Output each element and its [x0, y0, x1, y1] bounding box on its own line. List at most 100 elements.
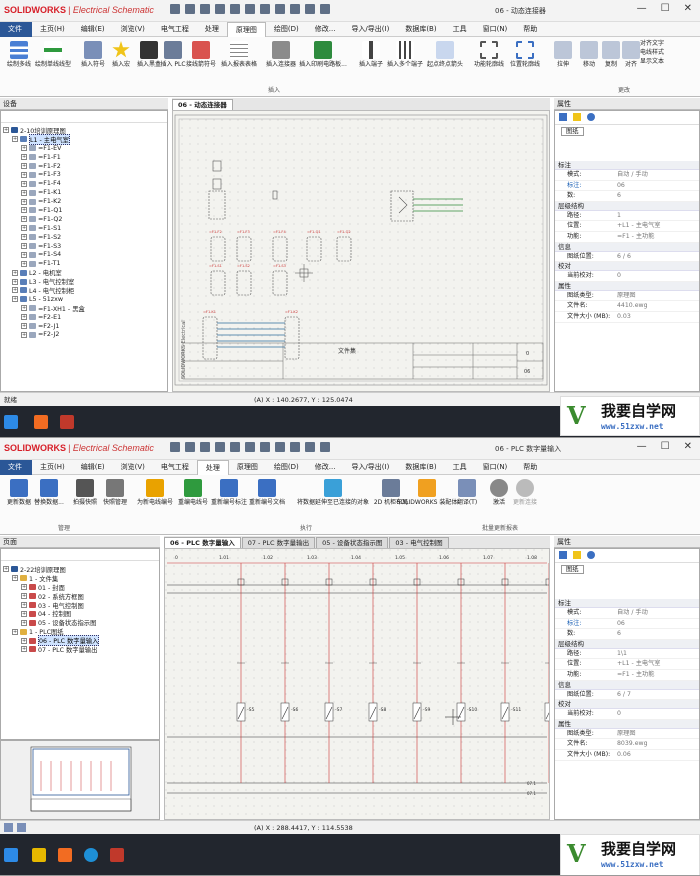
tree-item[interactable]: +05 - 设备状态指示图	[3, 618, 99, 627]
property-row[interactable]: 模式: 自动 / 手动	[555, 608, 699, 619]
menu-modify[interactable]: 修改...	[307, 22, 344, 37]
menu-electrical[interactable]: 电气工程	[153, 22, 197, 37]
expand-icon[interactable]: +	[21, 189, 27, 196]
save-icon[interactable]	[200, 4, 210, 14]
expand-icon[interactable]: +	[21, 610, 27, 617]
menu-help[interactable]: 帮助	[515, 460, 545, 475]
property-row[interactable]: 数: 6	[555, 629, 699, 640]
tree-item[interactable]: + =F1-T1	[3, 259, 85, 268]
expand-icon[interactable]: +	[21, 251, 27, 258]
property-section-header[interactable]: 层级结构	[555, 201, 699, 211]
app-icon-solidworks[interactable]	[110, 848, 124, 862]
tree-item[interactable]: + =F1-S2	[3, 233, 85, 242]
expand-icon[interactable]: +	[21, 225, 27, 232]
property-section-header[interactable]: 校对	[555, 700, 699, 710]
tab-electrical-control[interactable]: 03 - 电气控制图	[389, 537, 449, 548]
tree-item[interactable]: + =F1-XH1 - 黑盒	[3, 304, 85, 313]
expand-icon[interactable]: +	[3, 127, 9, 134]
paste-icon[interactable]	[290, 442, 300, 452]
star-icon[interactable]	[573, 551, 581, 559]
expand-icon[interactable]: +	[12, 287, 18, 294]
thumbnail-preview[interactable]	[0, 740, 160, 820]
property-row[interactable]: 位置: +L1 - 主电气室	[555, 659, 699, 670]
tree-item[interactable]: + =F1-Q1	[3, 206, 85, 215]
property-section-header[interactable]: 属性	[555, 719, 699, 729]
menu-file[interactable]: 文件(F)	[0, 21, 32, 48]
draw-multiwire-button[interactable]: 绘制多线	[2, 41, 36, 68]
tab-dynamic-connector[interactable]: 06 - 动态连接器	[172, 99, 233, 110]
expand-icon[interactable]: +	[12, 136, 18, 143]
menu-file[interactable]: 文件(F)	[0, 459, 32, 486]
property-section-header[interactable]: 层级结构	[555, 639, 699, 649]
help-icon[interactable]	[587, 113, 595, 121]
property-row[interactable]: 图纸类型: 原理图	[555, 291, 699, 302]
expand-icon[interactable]: +	[21, 602, 27, 608]
drawing-canvas[interactable]: =F1-F2 =F1-F3 =F1-F4 =F1-Q1 =F1-Q2 =F1-S1 =F…	[172, 110, 550, 392]
print-icon[interactable]	[215, 442, 225, 452]
tree-item[interactable]: +04 - 控制图	[3, 609, 99, 618]
property-row[interactable]: 图纸位置: 6 / 7	[555, 690, 699, 701]
drawing-canvas-2[interactable]: 07.1 07.1 0 1.01 -S5 1.02 -S6 1.03 -S7 1.04 -S8 1…	[164, 548, 550, 820]
tree-item[interactable]: +1 - 文件集	[3, 574, 99, 583]
expand-icon[interactable]: +	[21, 234, 27, 241]
expand-icon[interactable]: +	[12, 575, 18, 582]
expand-icon[interactable]: +	[21, 619, 27, 626]
renumber-wires-button[interactable]: 重编电线号	[176, 479, 210, 506]
expand-icon[interactable]: +	[21, 314, 27, 321]
app-icon-office[interactable]	[34, 415, 48, 429]
tree-item[interactable]: +07 - PLC 数字量输出	[3, 645, 99, 654]
maximize-icon[interactable]: ☐	[661, 3, 670, 14]
tree-item[interactable]: +03 - 电气控制图	[3, 601, 99, 610]
expand-icon[interactable]: +	[21, 145, 27, 152]
expand-icon[interactable]: +	[21, 260, 27, 267]
expand-icon[interactable]: +	[21, 171, 27, 178]
update-connection-button[interactable]: 更新连接	[508, 479, 542, 506]
property-section-header[interactable]: 标注	[555, 161, 699, 170]
status-zoom-icon[interactable]	[4, 823, 13, 832]
menu-schematic[interactable]: 原理图	[229, 460, 266, 475]
property-section-header[interactable]: 属性	[555, 281, 699, 291]
location-outline-button[interactable]: 位置轮廓线	[508, 41, 542, 68]
menu-process[interactable]: 处理	[196, 459, 229, 475]
home-icon[interactable]	[559, 113, 567, 121]
tree-item[interactable]: + =F1-S1	[3, 224, 85, 233]
expand-icon[interactable]: +	[12, 628, 18, 635]
expand-icon[interactable]: +	[21, 331, 27, 338]
expand-icon[interactable]: +	[21, 593, 27, 600]
property-row[interactable]: 文件名: 4410.ewg	[555, 301, 699, 312]
tree-item[interactable]: + =F1-K1	[3, 188, 85, 197]
tab-plc-digital-output[interactable]: 07 - PLC 数字量输出	[241, 537, 316, 548]
copy-icon[interactable]	[275, 4, 285, 14]
tree-item[interactable]: + =F1-F3	[3, 170, 85, 179]
expand-icon[interactable]: +	[21, 154, 27, 161]
star-icon[interactable]	[573, 113, 581, 121]
draw-single-wire-button[interactable]: 绘制单线线型	[35, 41, 71, 68]
menu-import-export[interactable]: 导入/导出(I)	[343, 460, 397, 475]
menu-help[interactable]: 帮助	[515, 22, 545, 37]
extend-data-button[interactable]: 将数据延伸至已连接的对象	[297, 479, 369, 506]
property-row[interactable]: 图纸类型: 原理图	[555, 729, 699, 740]
tab-plc-digital-input[interactable]: 06 - PLC 数字量输入	[164, 537, 241, 548]
property-row[interactable]: 标注: 06	[555, 181, 699, 192]
tree-item[interactable]: + L1 - 主电气室	[3, 133, 85, 145]
tree-item[interactable]: +02 - 系统方框图	[3, 592, 99, 601]
property-row[interactable]: 路径: 1	[555, 211, 699, 222]
app-icon-solidworks[interactable]	[60, 415, 74, 429]
tree-item[interactable]: + L3 - 电气控制室	[3, 277, 85, 286]
minimize-icon[interactable]: —	[637, 441, 647, 452]
function-outline-button[interactable]: 功能轮廓线	[472, 41, 506, 68]
new-icon[interactable]	[170, 442, 180, 452]
snapshot-manager-button[interactable]: 快照管理	[98, 479, 132, 506]
property-section-header[interactable]: 信息	[555, 680, 699, 690]
expand-icon[interactable]: +	[21, 207, 27, 214]
copy-icon[interactable]	[275, 442, 285, 452]
tree-item[interactable]: + L4 - 电气控制柜	[3, 286, 85, 295]
insert-pcb-button[interactable]: 插入印刷电路板...	[299, 41, 347, 68]
property-row[interactable]: 文件名: 8039.ewg	[555, 739, 699, 750]
menu-modify[interactable]: 修改...	[307, 460, 344, 475]
tree-item[interactable]: +2-22培训原理图	[3, 565, 99, 574]
expand-icon[interactable]: +	[21, 637, 27, 644]
expand-icon[interactable]: +	[21, 216, 27, 223]
property-row[interactable]: 当前校对: 0	[555, 271, 699, 282]
menu-import-export[interactable]: 导入/导出(I)	[343, 22, 397, 37]
